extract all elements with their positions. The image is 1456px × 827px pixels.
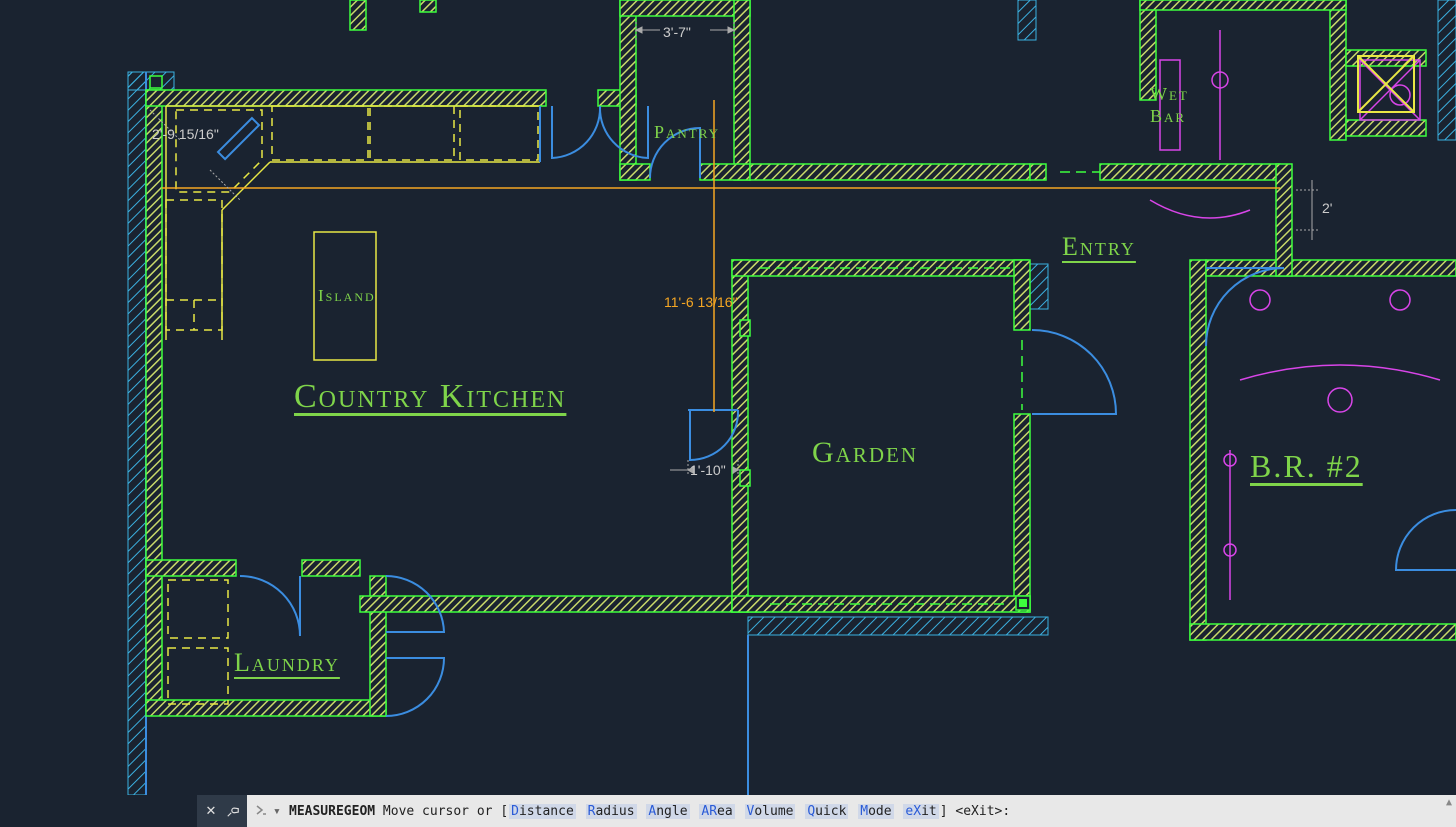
command-option-exit[interactable]: eXit [903, 804, 938, 819]
command-input[interactable]: ▾ MEASUREGEOM Move cursor or [Distance R… [247, 795, 1456, 827]
room-label-br2: B.R. #2 [1250, 448, 1363, 485]
close-commandline-icon[interactable]: ✕ [203, 803, 219, 819]
dim-2-9: 2'-9 15/16" [152, 126, 219, 142]
command-history-up-icon[interactable]: ▲ [1446, 797, 1452, 808]
recent-commands-dropdown-icon[interactable]: ▾ [273, 804, 283, 819]
command-option-radius[interactable]: Radius [586, 804, 637, 819]
command-option-area[interactable]: ARea [699, 804, 734, 819]
room-label-country-kitchen: Country Kitchen [294, 378, 566, 416]
command-prompt-suffix: ] <eXit>: [940, 804, 1010, 819]
dim-2ft: 2' [1322, 200, 1332, 216]
cmdbar-spacer [0, 795, 197, 827]
command-prompt-prefix: Move cursor or [ [375, 804, 508, 819]
command-option-quick[interactable]: Quick [805, 804, 848, 819]
command-name: MEASUREGEOM [289, 804, 375, 819]
commandbar-icon-group: ✕ [197, 795, 247, 827]
command-option-angle[interactable]: Angle [646, 804, 689, 819]
command-option-mode[interactable]: Mode [858, 804, 893, 819]
room-label-laundry: Laundry [234, 648, 340, 678]
command-prompt-icon [255, 804, 269, 818]
command-option-volume[interactable]: Volume [745, 804, 796, 819]
customize-icon[interactable] [225, 803, 241, 819]
command-bar: ✕ ▾ MEASUREGEOM Move cursor or [Distance… [0, 795, 1456, 827]
dim-3-7: 3'-7" [663, 24, 691, 40]
room-label-garden: Garden [812, 436, 918, 470]
room-label-entry: Entry [1062, 232, 1136, 262]
dim-11-6: 11'-6 13/16" [664, 294, 738, 310]
command-option-distance[interactable]: Distance [509, 804, 576, 819]
dim-1-10: 1'-10" [690, 462, 726, 478]
drawing-canvas[interactable] [0, 0, 1456, 795]
room-label-wetbar-1: Wet [1150, 84, 1189, 105]
room-label-island: Island [318, 286, 376, 306]
room-label-wetbar-2: Bar [1150, 106, 1186, 127]
command-text: MEASUREGEOM Move cursor or [Distance Rad… [289, 804, 1010, 819]
room-label-pantry: Pantry [654, 122, 720, 143]
